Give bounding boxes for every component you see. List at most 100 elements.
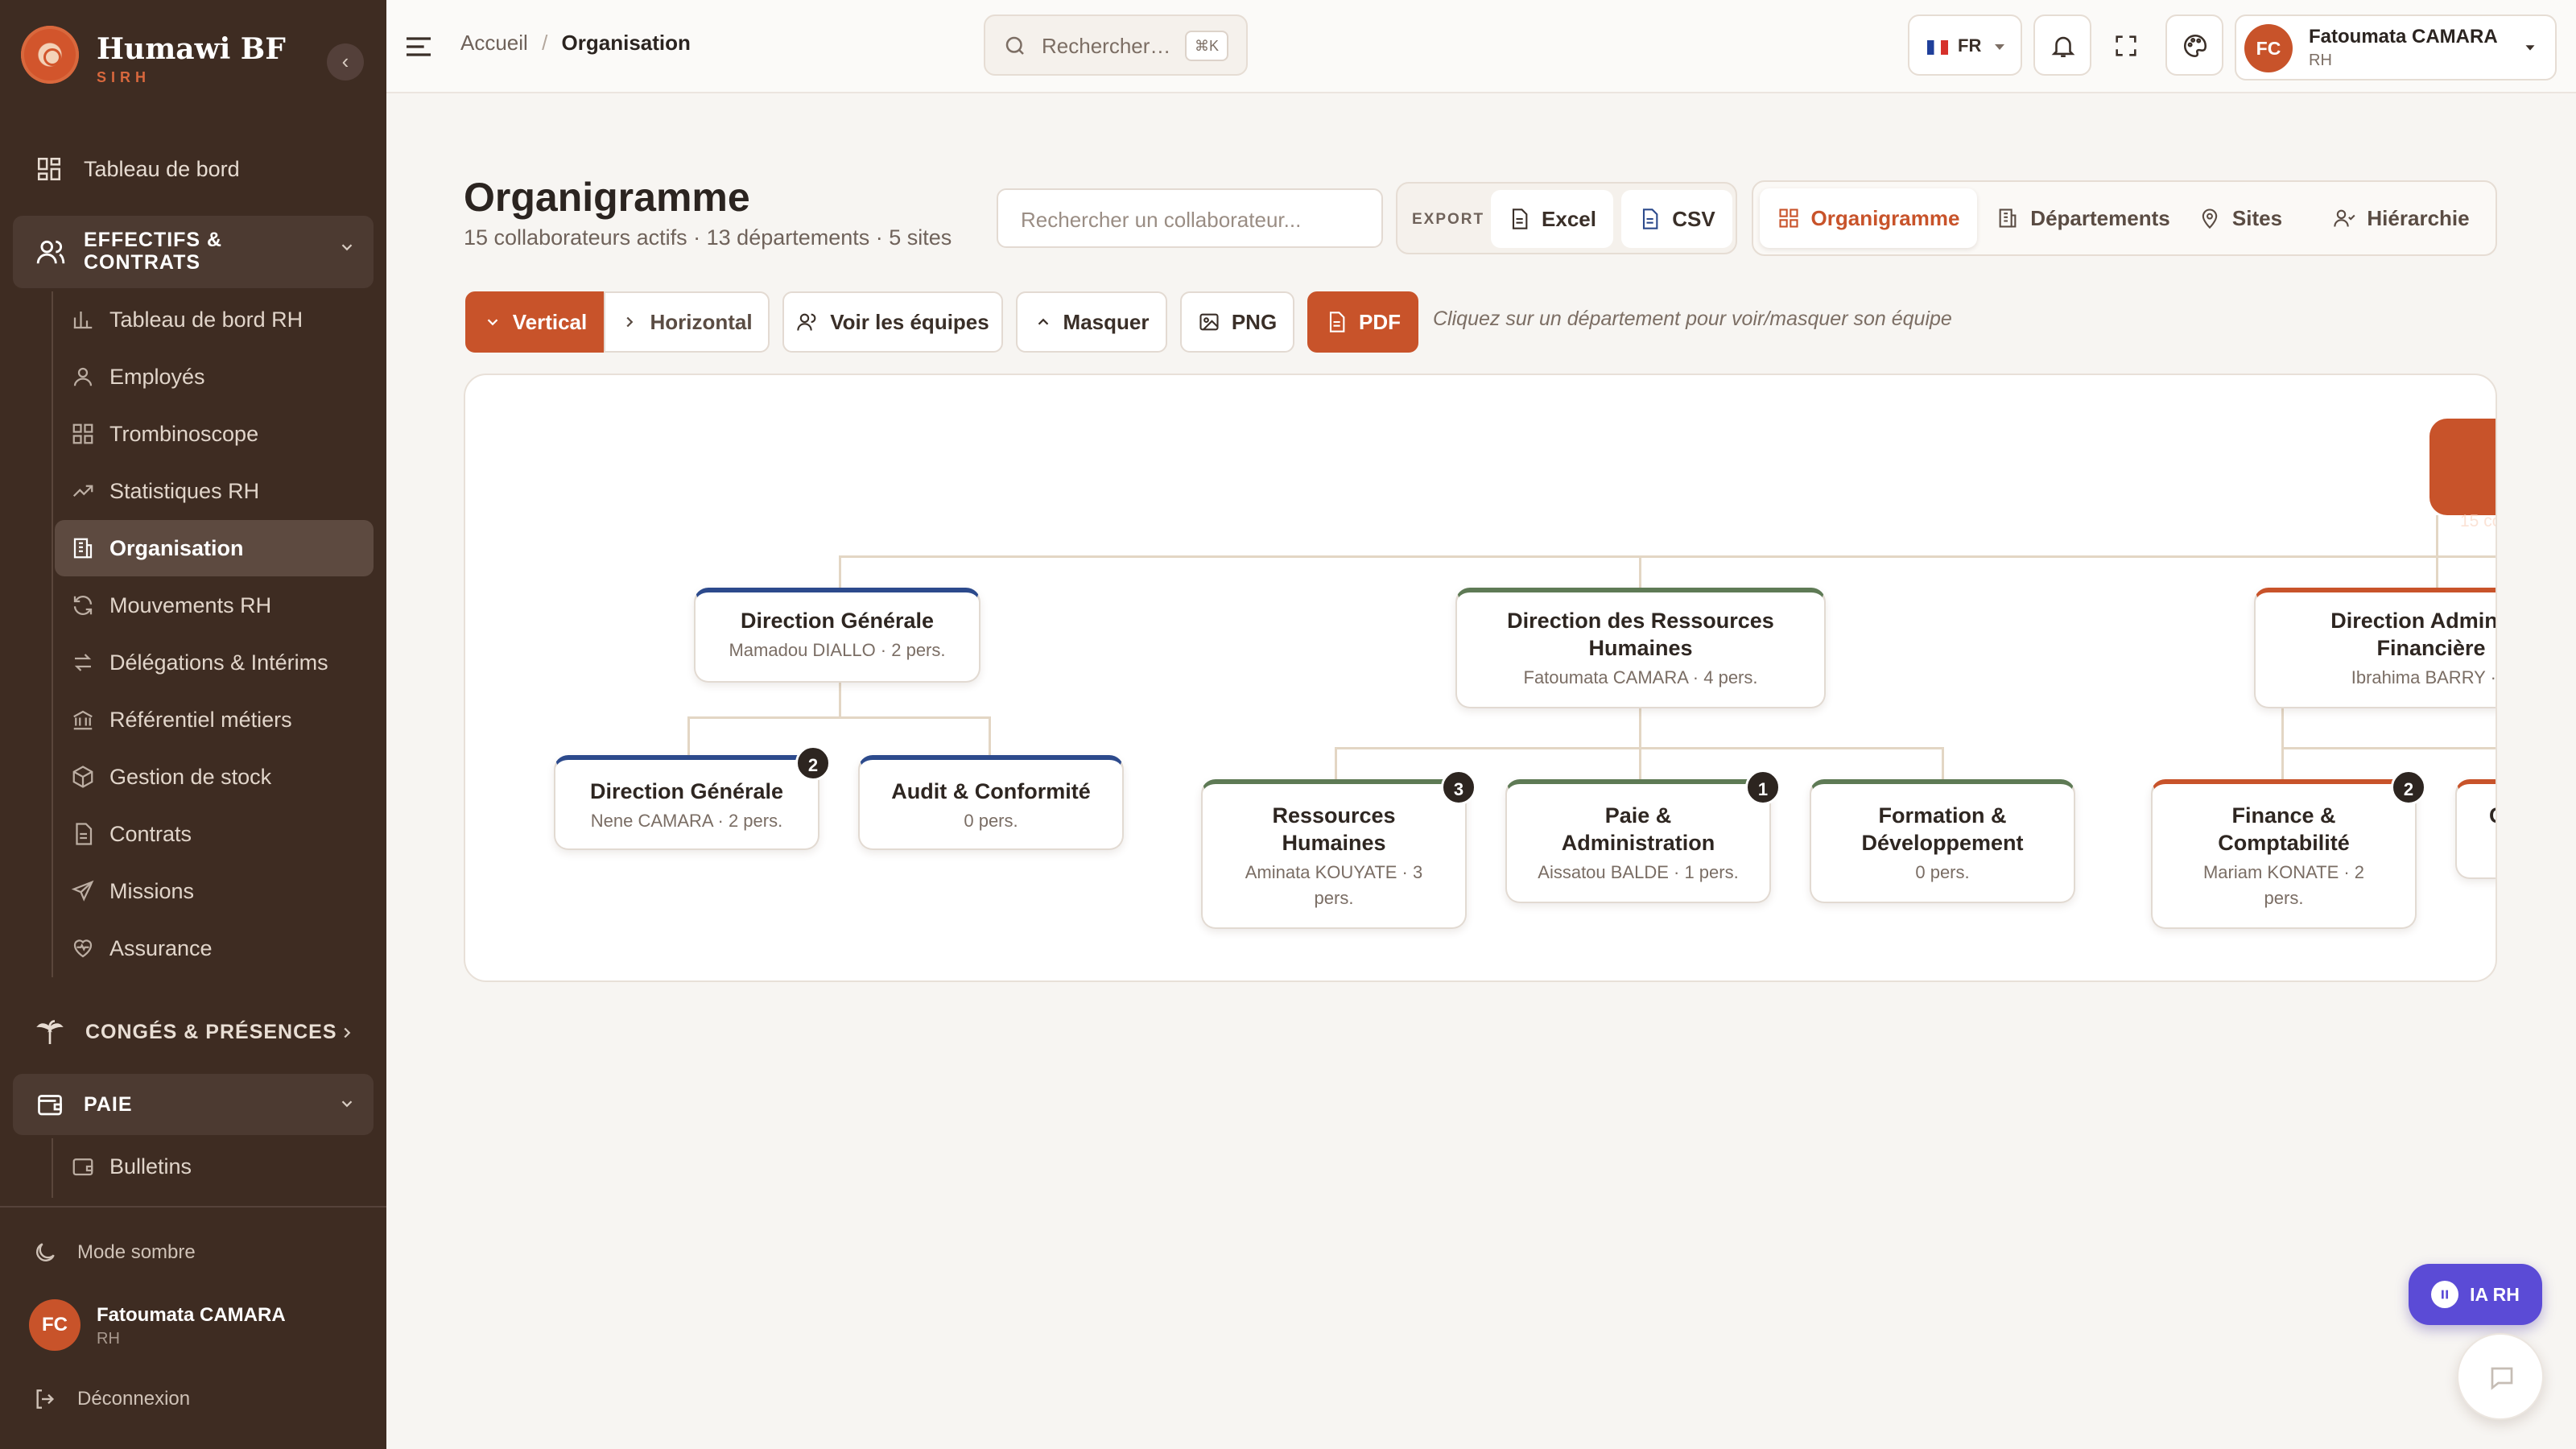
menu-icon[interactable] <box>402 31 435 63</box>
sidebar-item-bulletins[interactable]: Bulletins <box>55 1138 374 1195</box>
count-badge: 3 <box>1441 770 1476 805</box>
sidebar-item-missions[interactable]: Missions <box>55 863 374 919</box>
org-node[interactable]: Paie & Administration Aissatou BALDE · 1… <box>1505 779 1771 903</box>
notifications-button[interactable] <box>2033 14 2091 76</box>
brand-logo <box>21 26 79 84</box>
sidebar-group-effectifs[interactable]: EFFECTIFS & CONTRATS <box>13 216 374 288</box>
layout-horizontal-button[interactable]: Horizontal <box>604 291 770 353</box>
hint-text: Cliquez sur un département pour voir/mas… <box>1433 308 1952 330</box>
collaborator-search-placeholder: Rechercher un collaborateur... <box>1021 208 1302 232</box>
sidebar-group-label: PAIE <box>84 1093 133 1116</box>
org-node-subtitle: Mariam KONATE · 2 pers. <box>2202 862 2365 908</box>
tab-label: Organigramme <box>1810 205 1960 230</box>
fullscreen-icon[interactable] <box>2112 32 2140 60</box>
org-node[interactable]: Direction des Ressources Humaines Fatoum… <box>1455 588 1826 708</box>
show-teams-button[interactable]: Voir les équipes <box>782 291 1003 353</box>
export-excel-label: Excel <box>1542 206 1596 231</box>
sidebar-item-gestion-de-stock[interactable]: Gestion de stock <box>55 749 374 805</box>
sidebar-item-organisation[interactable]: Organisation <box>55 520 374 576</box>
breadcrumb-home[interactable]: Accueil <box>460 31 528 55</box>
org-node[interactable]: Ressources Humaines Aminata KOUYATE · 3 … <box>1201 779 1467 929</box>
export-png-label: PNG <box>1231 309 1278 334</box>
building-icon <box>71 536 109 560</box>
org-node[interactable]: Audit & Conformité 0 pers. <box>858 755 1124 850</box>
tab-departements[interactable]: Départements <box>1990 188 2177 248</box>
top-bar: Accueil / Organisation Rechercher… ⌘K FR… <box>386 0 2576 93</box>
trend-icon <box>71 479 109 503</box>
sidebar-item-referentiel-metiers[interactable]: Référentiel métiers <box>55 691 374 748</box>
sidebar-group-conges[interactable]: CONGÉS & PRÉSENCES <box>35 1013 337 1051</box>
search-icon <box>1003 34 1027 58</box>
sidebar-item-label: Organisation <box>109 535 244 560</box>
org-node[interactable]: Finance & Comptabilité Mariam KONATE · 2… <box>2151 779 2417 929</box>
file-icon <box>1325 311 1348 333</box>
sidebar-item-delegations-interims[interactable]: Délégations & Intérims <box>55 634 374 691</box>
org-node-title: Finance & Comptabilité <box>2218 803 2350 855</box>
tab-hierarchie[interactable]: Hiérarchie <box>2312 188 2491 248</box>
sidebar-item-statistiques-rh[interactable]: Statistiques RH <box>55 463 374 519</box>
sidebar-item-dashboard[interactable]: Tableau de bord <box>35 150 240 188</box>
org-node-subtitle: Mamadou DIALLO · 2 pers. <box>729 640 946 660</box>
layout-vertical-label: Vertical <box>512 309 588 334</box>
sidebar-avatar: FC <box>29 1299 80 1351</box>
moon-icon <box>32 1240 58 1265</box>
language-select[interactable]: FR <box>1908 14 2022 76</box>
org-node-title: Formation & Développement <box>1861 803 2024 855</box>
root-node-count: 15 co <box>2460 512 2496 530</box>
org-node-subtitle: Nene CAMARA · 2 pers. <box>590 811 783 831</box>
ai-assistant-button[interactable]: IA RH <box>2409 1264 2542 1325</box>
org-node[interactable]: Direction Générale Nene CAMARA · 2 pers. <box>554 755 819 850</box>
org-node[interactable]: Formation & Développement 0 pers. <box>1810 779 2075 903</box>
refresh-icon <box>71 593 109 617</box>
export-excel-button[interactable]: Excel <box>1491 190 1613 248</box>
root-node[interactable]: 15 co <box>2429 419 2496 530</box>
wallet-icon <box>71 1154 109 1179</box>
sidebar-item-label: Contrats <box>109 821 192 846</box>
count-badge: 2 <box>2391 770 2426 805</box>
global-search[interactable]: Rechercher… ⌘K <box>984 14 1248 76</box>
sidebar-item-label: Mouvements RH <box>109 592 272 617</box>
export-png-button[interactable]: PNG <box>1180 291 1294 353</box>
sidebar: Humawi BF SIRH ‹ Tableau de bord EFFECTI… <box>0 0 386 1449</box>
sidebar-item-mouvements-rh[interactable]: Mouvements RH <box>55 577 374 634</box>
language-code: FR <box>1958 35 1982 56</box>
bank-icon <box>71 708 109 732</box>
swap-icon <box>71 650 109 675</box>
sidebar-item-assurance[interactable]: Assurance <box>55 920 374 976</box>
sidebar-item-tableau-de-bord-rh[interactable]: Tableau de bord RH <box>55 291 374 348</box>
document-icon <box>71 822 109 846</box>
export-csv-button[interactable]: CSV <box>1621 190 1732 248</box>
hide-label: Masquer <box>1063 309 1150 334</box>
logout-button[interactable]: Déconnexion <box>32 1381 190 1417</box>
org-node-title: Direction Administr Financière <box>2330 609 2497 660</box>
hide-button[interactable]: Masquer <box>1016 291 1167 353</box>
bar-chart-icon <box>71 308 109 332</box>
theme-button[interactable] <box>2165 14 2223 76</box>
org-node[interactable]: C <box>2455 779 2496 879</box>
tab-sites[interactable]: Sites <box>2188 188 2293 248</box>
dark-mode-toggle[interactable]: Mode sombre <box>32 1235 196 1270</box>
sidebar-item-employes[interactable]: Employés <box>55 349 374 405</box>
org-node-title: Direction Générale <box>589 779 784 803</box>
image-icon <box>1198 311 1220 333</box>
sidebar-item-contrats[interactable]: Contrats <box>55 806 374 862</box>
layout-vertical-button[interactable]: Vertical <box>465 291 605 353</box>
tab-organigramme[interactable]: Organigramme <box>1760 188 1977 248</box>
logout-icon <box>32 1386 58 1412</box>
export-pdf-button[interactable]: PDF <box>1307 291 1418 353</box>
sidebar-group-label: EFFECTIFS & CONTRATS <box>84 229 223 274</box>
user-menu[interactable]: FC Fatoumata CAMARA RH <box>2235 14 2557 80</box>
org-node-subtitle: Aminata KOUYATE · 3 pers. <box>1245 862 1423 908</box>
org-node[interactable]: Direction Administr Financière Ibrahima … <box>2254 588 2497 708</box>
collapse-sidebar-button[interactable]: ‹ <box>327 43 364 80</box>
chat-button[interactable] <box>2457 1333 2544 1420</box>
sidebar-item-trombinoscope[interactable]: Trombinoscope <box>55 406 374 462</box>
chevron-up-icon <box>1034 313 1052 331</box>
org-node[interactable]: Direction Générale Mamadou DIALLO · 2 pe… <box>694 588 980 683</box>
sidebar-group-paie[interactable]: PAIE <box>13 1074 374 1135</box>
grid-icon <box>71 422 109 446</box>
org-node-subtitle: Ibrahima BARRY · 2 <box>2351 667 2497 687</box>
collaborator-search-input[interactable]: Rechercher un collaborateur... <box>997 188 1383 248</box>
user-name: Fatoumata CAMARA <box>2309 26 2498 47</box>
chevron-right-icon <box>621 313 638 331</box>
